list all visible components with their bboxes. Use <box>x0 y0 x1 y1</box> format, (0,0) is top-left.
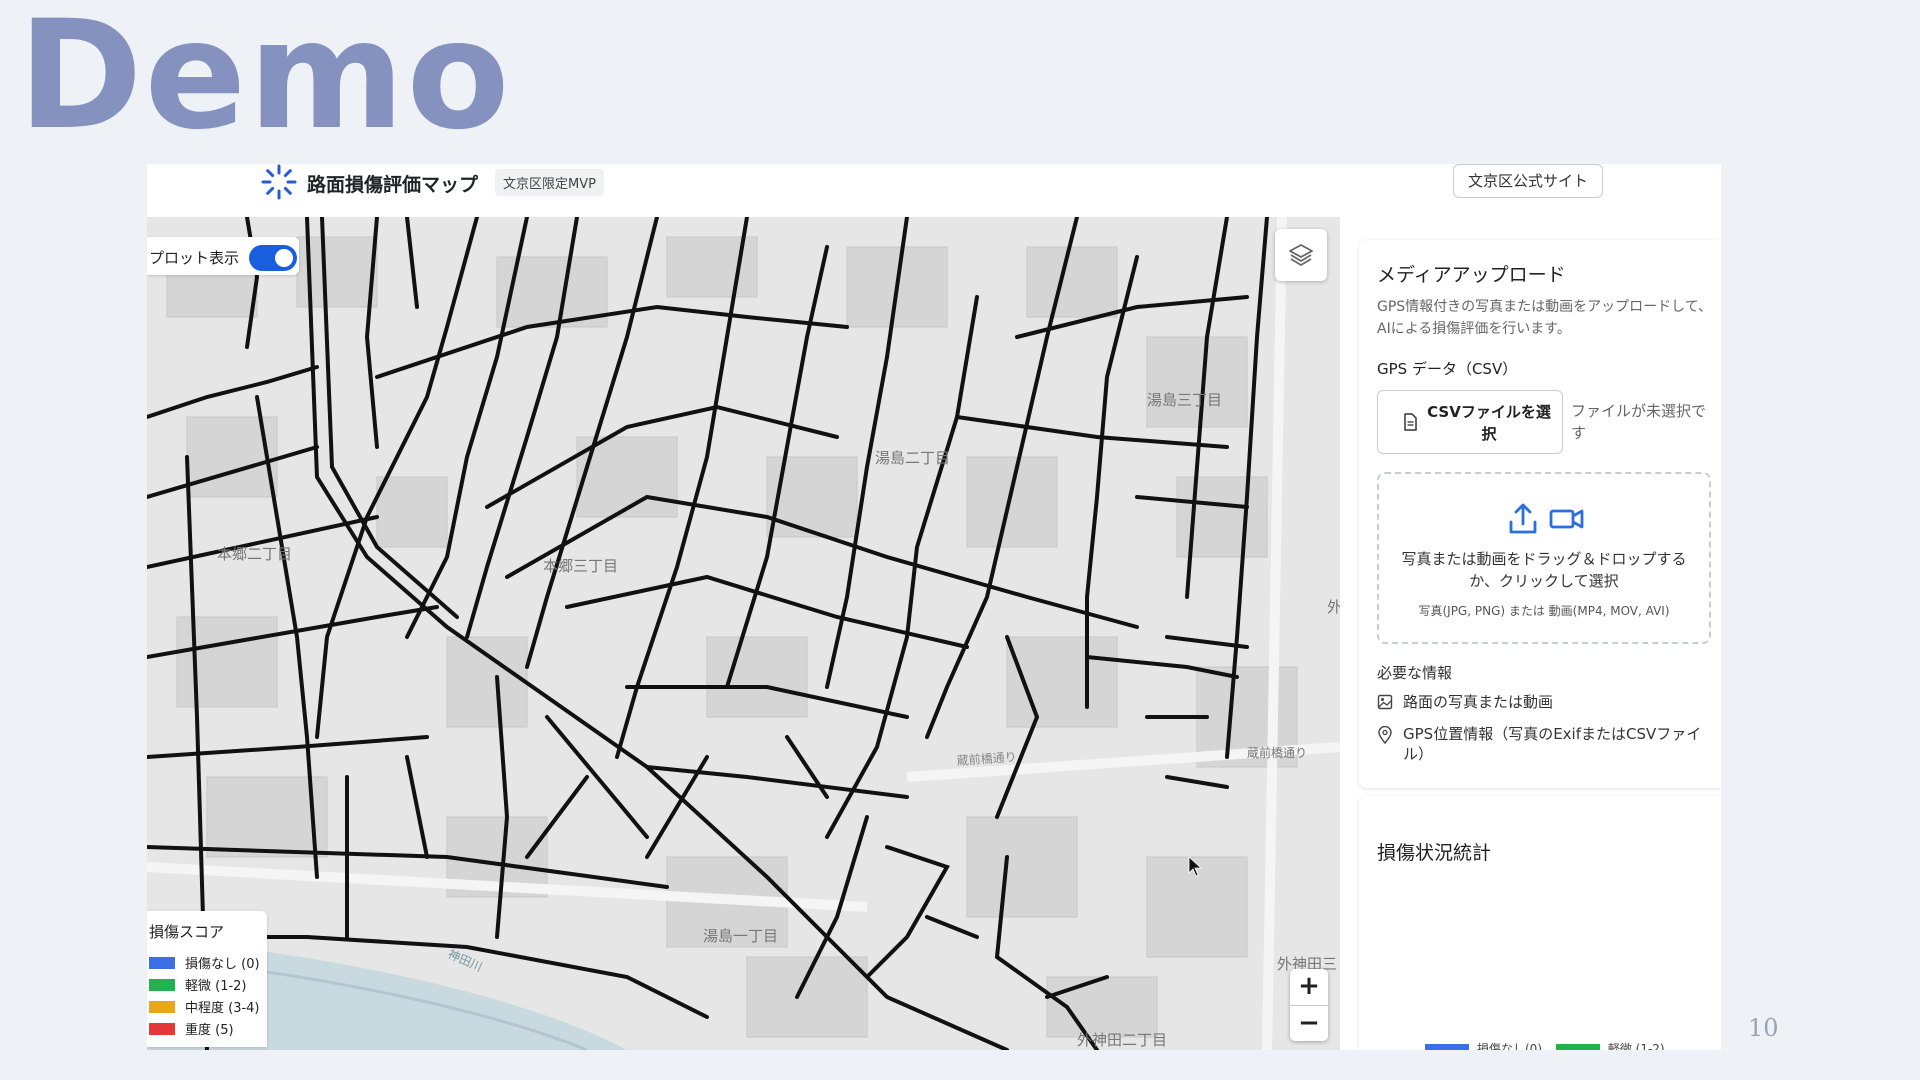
image-icon <box>1377 694 1393 710</box>
map-base[interactable]: 湯島三丁目 湯島二丁目 本郷二丁目 本郷三丁目 湯島一丁目 外神田二丁目 外神田… <box>147 217 1340 1050</box>
stats-legend: 損傷なし(0) 軽微 (1-2) <box>1425 1040 1665 1050</box>
plot-toggle-control: プロット表示 <box>147 237 299 275</box>
upload-title: メディアアップロード <box>1377 264 1566 286</box>
switch-knob <box>275 249 293 267</box>
place-label: 湯島一丁目 <box>703 927 778 945</box>
damage-stats-card: 損傷状況統計 損傷なし(0) 軽微 (1-2) <box>1359 796 1721 1050</box>
legend-title: 損傷スコア <box>149 923 225 941</box>
legend-swatch-green <box>149 978 175 991</box>
place-label: 湯島二丁目 <box>875 449 950 467</box>
csv-select-button[interactable]: CSVファイルを選択 <box>1377 390 1563 454</box>
zoom-in-button[interactable]: + <box>1290 969 1328 1006</box>
place-label: 湯島三丁目 <box>1147 391 1222 409</box>
dropzone-formats: 写真(JPG, PNG) または 動画(MP4, MOV, AVI) <box>1418 604 1670 618</box>
place-label: 外神田二丁目 <box>1077 1031 1167 1049</box>
map-view[interactable]: 湯島三丁目 湯島二丁目 本郷二丁目 本郷三丁目 湯島一丁目 外神田二丁目 外神田… <box>147 217 1340 1050</box>
official-site-button[interactable]: 文京区公式サイト <box>1453 164 1603 198</box>
page-number: 10 <box>1748 1014 1779 1042</box>
layers-button[interactable] <box>1275 229 1327 281</box>
dropzone-icons <box>1509 503 1584 534</box>
required-item-label: GPS位置情報（写真のExifまたはCSVファイル） <box>1403 725 1702 763</box>
media-dropzone[interactable]: 写真または動画をドラッグ＆ドロップするか、クリックして選択 写真(JPG, PN… <box>1377 472 1711 644</box>
required-item-label: 路面の写真または動画 <box>1403 693 1554 711</box>
place-label: 外 <box>1327 598 1340 616</box>
upload-description: GPS情報付きの写真または動画をアップロードして、AIによる損傷評価を行います。 <box>1377 299 1713 337</box>
legend-item: 中程度 (3-4) <box>149 997 260 1017</box>
file-icon <box>1404 413 1417 431</box>
stats-swatch-green <box>1555 1043 1600 1050</box>
dropzone-instructions: 写真または動画をドラッグ＆ドロップするか、クリックして選択 <box>1401 550 1687 590</box>
required-info-title: 必要な情報 <box>1377 664 1453 682</box>
zoom-out-button[interactable]: − <box>1290 1006 1328 1041</box>
media-upload-card: メディアアップロード GPS情報付きの写真または動画をアップロードして、AIによ… <box>1359 240 1721 788</box>
stats-legend-label: 損傷なし(0) <box>1477 1042 1542 1050</box>
plot-toggle-switch[interactable] <box>249 245 297 271</box>
legend-swatch-red <box>149 1022 175 1035</box>
road-label: 蔵前橋通り <box>1247 745 1307 760</box>
mvp-badge: 文京区限定MVP <box>495 169 604 196</box>
csv-file-status: ファイルが未選択です <box>1571 402 1707 442</box>
upload-icon <box>1509 503 1537 534</box>
place-label: 本郷二丁目 <box>217 545 292 563</box>
layers-icon <box>1289 244 1313 266</box>
spark-logo-icon <box>261 164 297 200</box>
stats-title: 損傷状況統計 <box>1377 842 1492 864</box>
zoom-control: + − <box>1290 969 1328 1041</box>
stats-swatch-blue <box>1425 1043 1469 1050</box>
legend-swatch-orange <box>149 1000 175 1013</box>
slide-title: Demo <box>18 0 512 163</box>
gps-data-label: GPS データ（CSV） <box>1377 360 1518 378</box>
legend-item: 重度 (5) <box>149 1019 234 1039</box>
location-pin-icon <box>1378 726 1392 744</box>
legend-item: 損傷なし (0) <box>149 953 260 973</box>
legend-item: 軽微 (1-2) <box>149 975 247 995</box>
app-window: 路面損傷評価マップ 文京区限定MVP 文京区公式サイト 湯島三丁目 湯島二丁目 … <box>147 164 1721 1050</box>
plot-toggle-label: プロット表示 <box>149 249 240 267</box>
stats-legend-label: 軽微 (1-2) <box>1607 1042 1665 1050</box>
legend-swatch-blue <box>149 956 175 969</box>
csv-button-label: CSVファイルを選択 <box>1427 403 1551 443</box>
place-label: 本郷三丁目 <box>543 557 618 575</box>
video-camera-icon <box>1549 509 1584 529</box>
app-name: 路面損傷評価マップ <box>307 174 479 196</box>
app-header: 路面損傷評価マップ 文京区限定MVP 文京区公式サイト <box>147 164 1721 217</box>
damage-legend: 損傷スコア 損傷なし (0) 軽微 (1-2) 中程度 (3-4) 重度 (5) <box>147 911 267 1047</box>
